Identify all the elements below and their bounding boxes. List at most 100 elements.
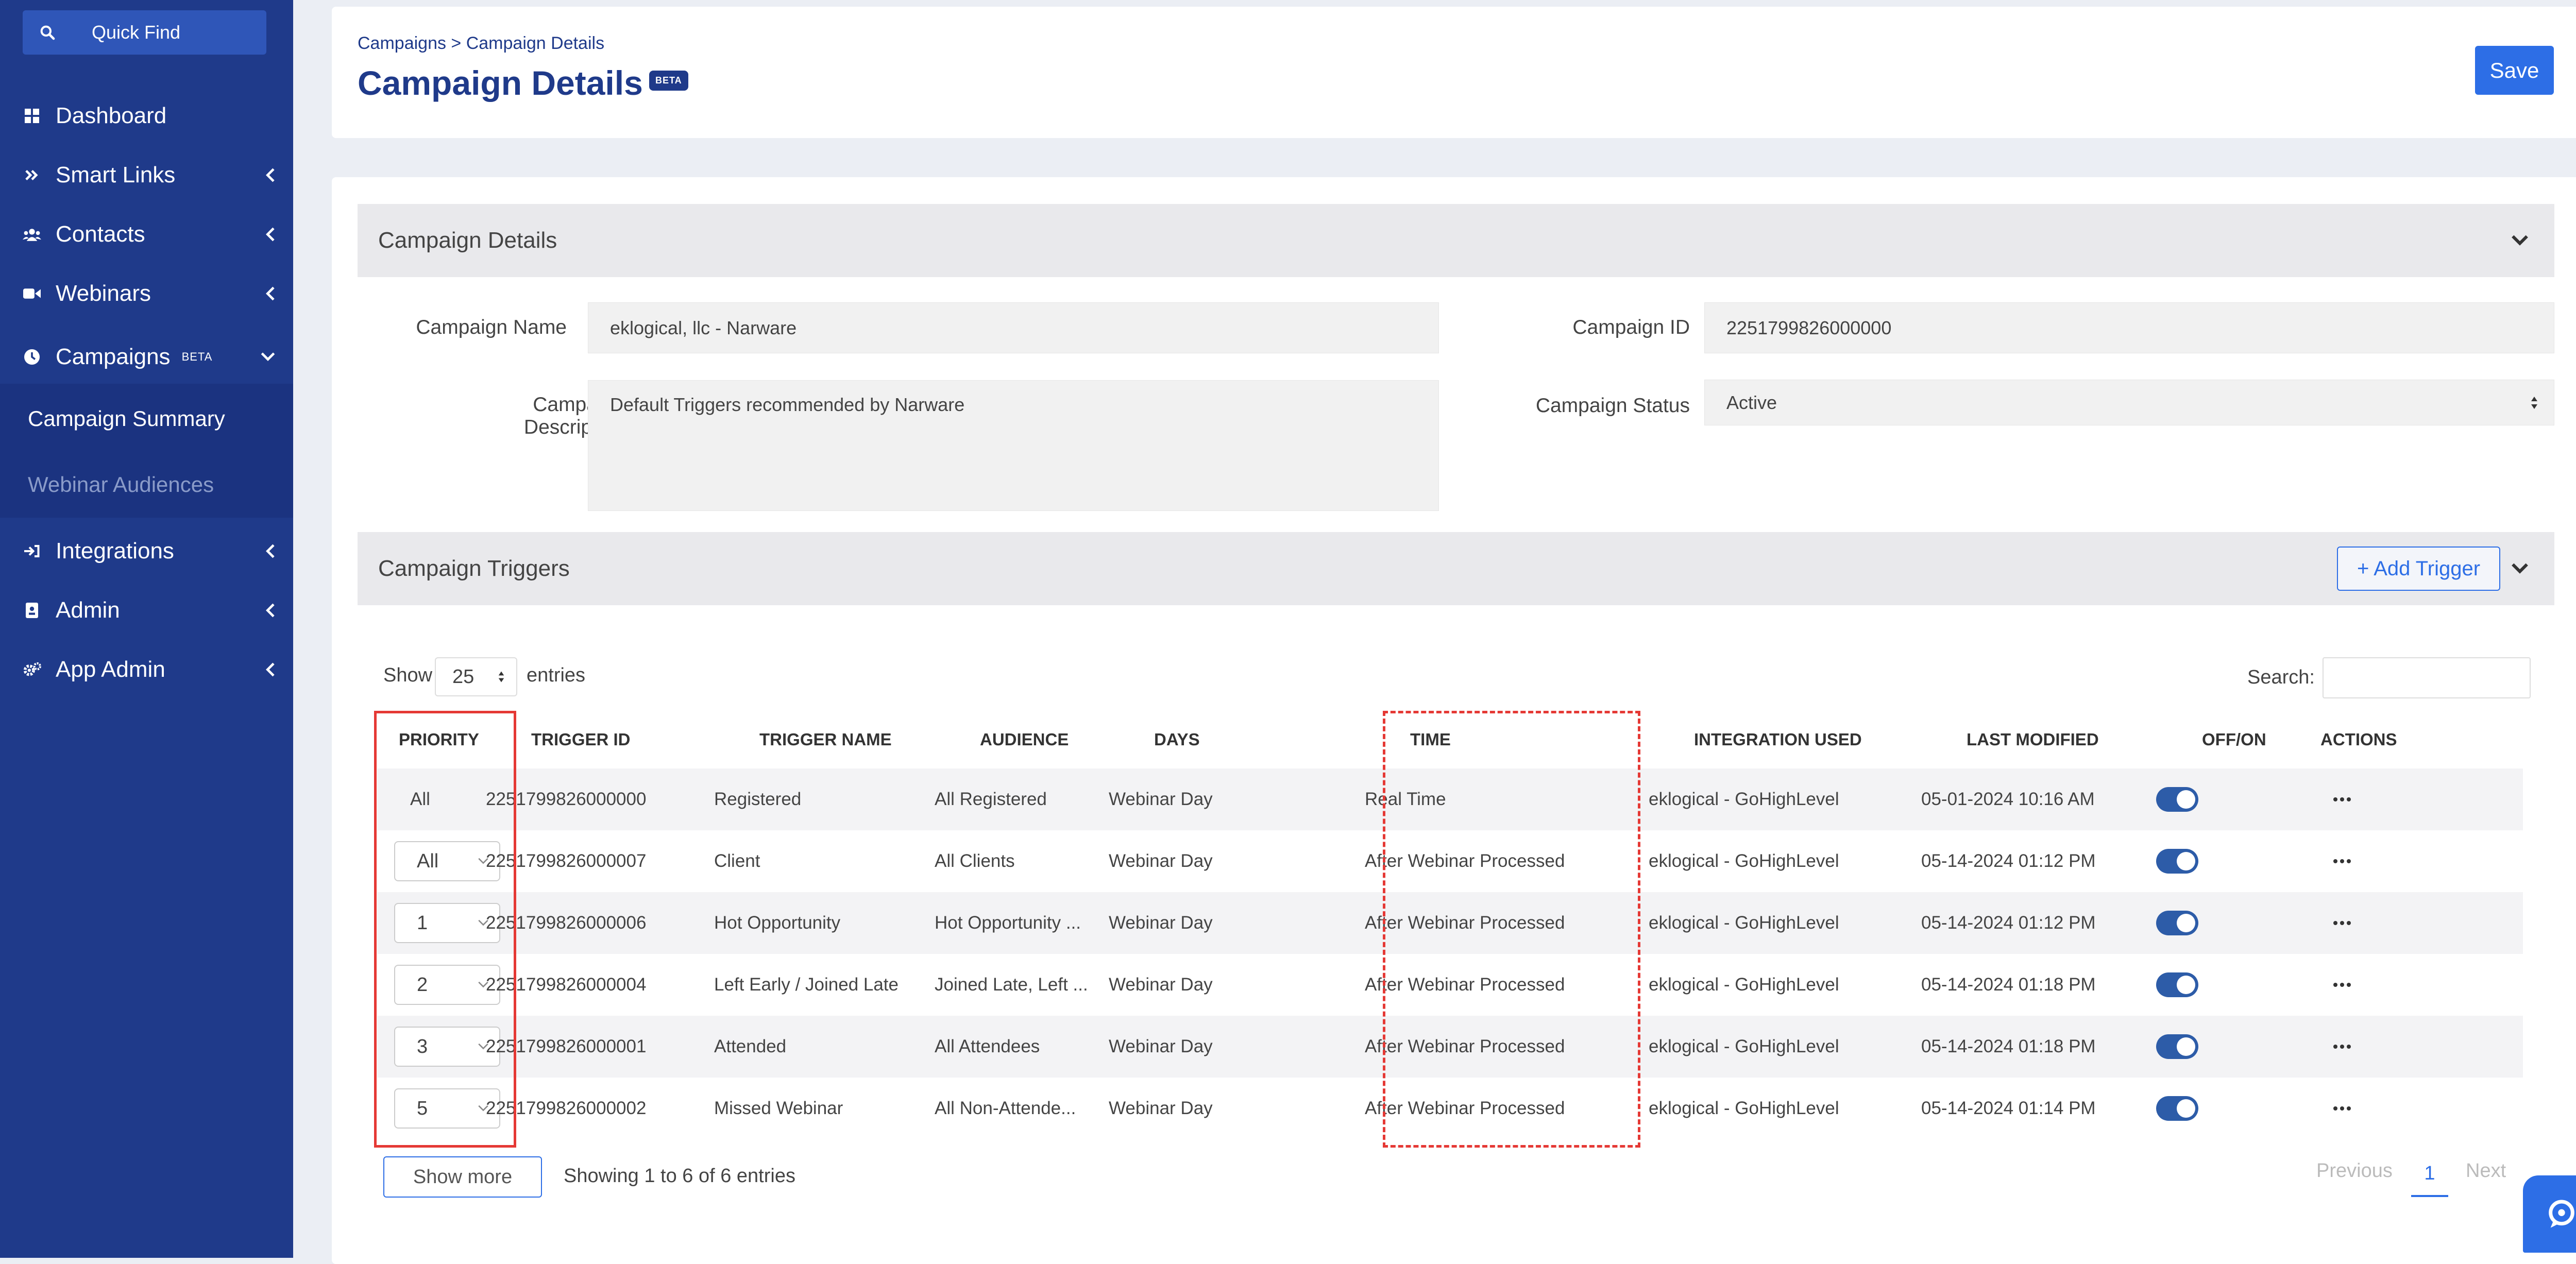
sign-in-icon [23,542,41,560]
campaign-card: Campaign Details Campaign Name eklogical… [332,177,2576,1264]
chevron-down-icon [261,352,275,361]
days-cell: Webinar Day [1109,789,1213,809]
days-cell: Webinar Day [1109,1098,1213,1118]
id-badge-icon [23,601,41,620]
more-actions-icon[interactable] [2333,797,2351,801]
show-more-button[interactable]: Show more [383,1156,542,1198]
section-title: Campaign Triggers [378,556,570,581]
integration-cell: eklogical - GoHighLevel [1649,1036,1839,1056]
pagination-next[interactable]: Next [2466,1160,2506,1182]
more-actions-icon[interactable] [2333,859,2351,863]
show-label: Show [383,664,433,686]
pagination-previous[interactable]: Previous [2316,1160,2393,1182]
campaigns-submenu: Campaign Summary Webinar Audiences [0,384,293,518]
sidebar-item-app-admin[interactable]: App Admin [23,649,275,690]
status-value: Active [1726,391,1777,413]
sort-arrows-icon [2531,396,2537,409]
trigger-name-cell: Attended [714,1036,787,1056]
sidebar-item-label: App Admin [56,657,165,682]
on-off-toggle[interactable] [2156,972,2198,997]
users-icon [23,225,41,244]
more-actions-icon[interactable] [2333,1045,2351,1049]
column-header-days[interactable]: DAYS [1154,730,1200,749]
dashboard-icon [23,107,41,125]
integration-cell: eklogical - GoHighLevel [1649,1098,1839,1118]
on-off-toggle[interactable] [2156,1096,2198,1121]
chevron-left-icon [266,603,275,618]
trigger-name-cell: Missed Webinar [714,1098,843,1118]
search-input[interactable] [2323,657,2531,698]
video-camera-icon [23,284,41,303]
entries-value: 25 [452,665,474,688]
sidebar-item-label: Admin [56,597,120,623]
column-header-audience[interactable]: AUDIENCE [980,730,1069,749]
search-label: Search: [2247,667,2315,688]
audience-cell: All Attendees [935,1036,1040,1056]
audience-cell: All Clients [935,851,1015,871]
add-trigger-button[interactable]: + Add Trigger [2337,546,2500,591]
more-actions-icon[interactable] [2333,983,2351,987]
chevron-down-icon[interactable] [2511,235,2529,246]
sidebar-item-admin[interactable]: Admin [23,590,275,631]
on-off-toggle[interactable] [2156,849,2198,874]
sidebar-item-contacts[interactable]: Contacts [23,214,275,255]
on-off-toggle[interactable] [2156,1034,2198,1059]
breadcrumb[interactable]: Campaigns > Campaign Details [358,33,604,54]
column-header-last-modified[interactable]: LAST MODIFIED [1967,730,2099,749]
sidebar-item-label: Webinars [56,281,151,306]
sidebar-item-label: Dashboard [56,103,167,128]
chevron-left-icon [266,662,275,677]
audience-cell: Joined Late, Left ... [935,975,1088,995]
campaign-triggers-header[interactable]: Campaign Triggers + Add Trigger [358,532,2554,605]
column-header-trigger-name[interactable]: TRIGGER NAME [759,730,892,749]
audience-cell: All Registered [935,789,1047,809]
on-off-toggle[interactable] [2156,911,2198,935]
title-beta-badge: BETA [649,71,688,91]
last-modified-cell: 05-14-2024 01:14 PM [1921,1098,2096,1118]
pagination-page-1[interactable]: 1 [2411,1152,2448,1197]
integration-cell: eklogical - GoHighLevel [1649,913,1839,933]
campaign-name-field[interactable]: eklogical, llc - Narware [588,302,1439,353]
chevron-left-icon [266,286,275,301]
campaign-description-field[interactable]: Default Triggers recommended by Narware [588,380,1439,511]
chat-widget-button[interactable] [2523,1175,2576,1253]
chevron-down-icon[interactable] [2511,563,2529,574]
campaign-details-header[interactable]: Campaign Details [358,204,2554,277]
chat-icon [2549,1200,2574,1228]
entries-per-page-select[interactable]: 25 [435,657,517,696]
chevron-left-icon [266,227,275,242]
sidebar-item-webinars[interactable]: Webinars [23,273,275,314]
last-modified-cell: 05-14-2024 01:18 PM [1921,1036,2096,1056]
sidebar-item-dashboard[interactable]: Dashboard [23,95,275,136]
last-modified-cell: 05-14-2024 01:12 PM [1921,851,2096,871]
quick-find-input[interactable]: Quick Find [23,10,266,55]
chevron-left-icon [266,544,275,558]
last-modified-cell: 05-14-2024 01:12 PM [1921,913,2096,933]
trigger-name-cell: Left Early / Joined Late [714,975,899,995]
integration-cell: eklogical - GoHighLevel [1649,975,1839,995]
trigger-name-cell: Client [714,851,760,871]
sidebar-item-integrations[interactable]: Integrations [23,531,275,572]
days-cell: Webinar Day [1109,851,1213,871]
more-actions-icon[interactable] [2333,1106,2351,1111]
more-actions-icon[interactable] [2333,921,2351,925]
days-cell: Webinar Day [1109,913,1213,933]
last-modified-cell: 05-01-2024 10:16 AM [1921,789,2095,809]
on-off-toggle[interactable] [2156,787,2198,812]
last-modified-cell: 05-14-2024 01:18 PM [1921,975,2096,995]
sidebar-subitem-webinar-audiences[interactable]: Webinar Audiences [28,472,214,497]
integration-cell: eklogical - GoHighLevel [1649,789,1839,809]
beta-badge: BETA [181,350,213,363]
days-cell: Webinar Day [1109,1036,1213,1056]
campaign-status-select[interactable]: Active [1704,380,2554,425]
campaign-id-field[interactable]: 2251799826000000 [1704,302,2554,353]
column-header-trigger-id[interactable]: TRIGGER ID [531,730,631,749]
sidebar-item-smart-links[interactable]: Smart Links [23,155,275,196]
column-header-off-on[interactable]: OFF/ON [2202,730,2266,749]
column-header-integration-used[interactable]: INTEGRATION USED [1694,730,1862,749]
save-button[interactable]: Save [2475,46,2554,95]
sidebar-item-campaigns[interactable]: Campaigns BETA [23,336,275,378]
sidebar-subitem-campaign-summary[interactable]: Campaign Summary [28,406,225,431]
page-header: Campaigns > Campaign Details Campaign De… [332,7,2576,138]
column-header-actions: ACTIONS [2320,730,2397,749]
